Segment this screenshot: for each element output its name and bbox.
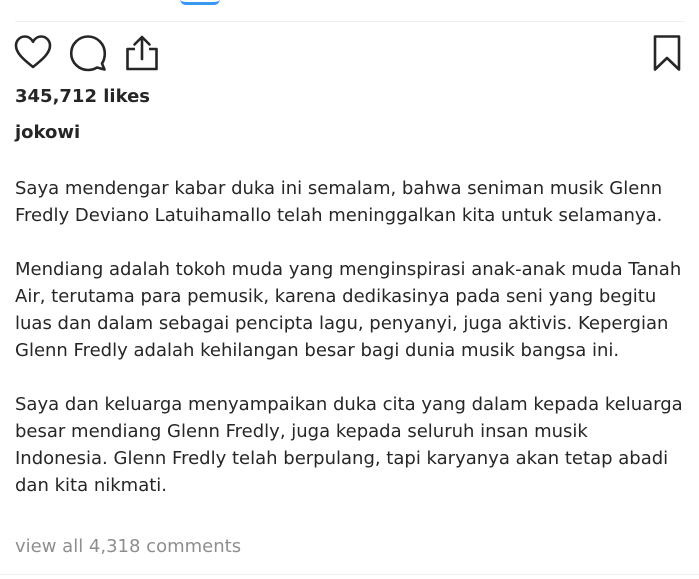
share-icon: [126, 35, 158, 71]
comment-bubble-icon: [69, 35, 107, 72]
likes-count[interactable]: 345,712 likes: [15, 86, 150, 107]
share-button[interactable]: [123, 34, 161, 72]
bottom-divider: [0, 574, 699, 575]
comment-button[interactable]: [69, 34, 107, 72]
save-button[interactable]: [648, 34, 686, 72]
heart-icon: [14, 35, 52, 69]
like-button[interactable]: [14, 34, 52, 72]
post-action-bar: [14, 34, 686, 74]
top-divider: [15, 21, 685, 22]
top-link-fragment: [180, 0, 220, 5]
post-caption: Saya mendengar kabar duka ini semalam, b…: [15, 175, 685, 499]
view-all-comments-link[interactable]: view all 4,318 comments: [15, 536, 241, 557]
caption-paragraph: Saya mendengar kabar duka ini semalam, b…: [15, 178, 663, 226]
bookmark-icon: [653, 35, 681, 71]
username-link[interactable]: jokowi: [15, 122, 80, 143]
caption-paragraph: Mendiang adalah tokoh muda yang menginsp…: [15, 259, 682, 361]
caption-paragraph: Saya dan keluarga menyampaikan duka cita…: [15, 394, 683, 496]
